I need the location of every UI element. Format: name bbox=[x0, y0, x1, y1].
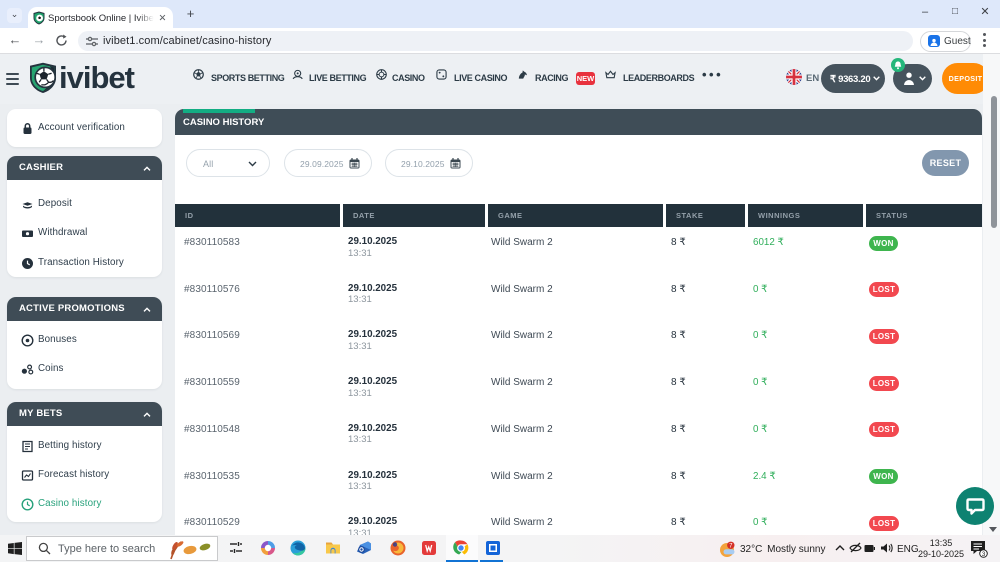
svg-text:3: 3 bbox=[982, 551, 986, 558]
